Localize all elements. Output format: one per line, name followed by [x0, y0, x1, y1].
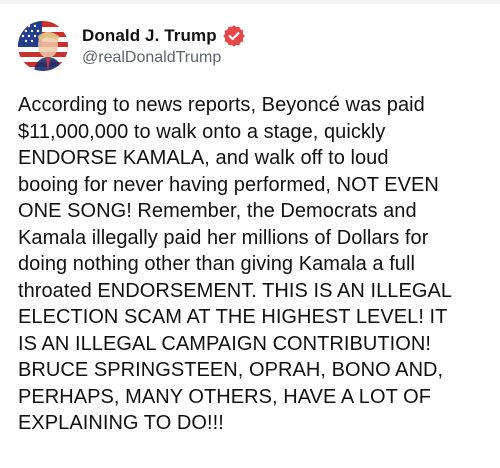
author-handle[interactable]: @realDonaldTrump — [82, 49, 245, 67]
top-divider — [0, 0, 500, 4]
post-card: Donald J. Trump @realDonaldTrump Accordi… — [18, 20, 492, 437]
post-header: Donald J. Trump @realDonaldTrump — [18, 20, 492, 72]
american-flag-portrait-avatar-icon — [18, 21, 68, 71]
post-text: According to news reports, Beyoncé was p… — [18, 94, 453, 434]
author-identity: Donald J. Trump @realDonaldTrump — [82, 25, 245, 67]
verified-badge-icon — [222, 25, 245, 47]
author-display-name[interactable]: Donald J. Trump — [82, 26, 217, 46]
avatar[interactable] — [18, 21, 68, 71]
name-row: Donald J. Trump — [82, 25, 245, 47]
